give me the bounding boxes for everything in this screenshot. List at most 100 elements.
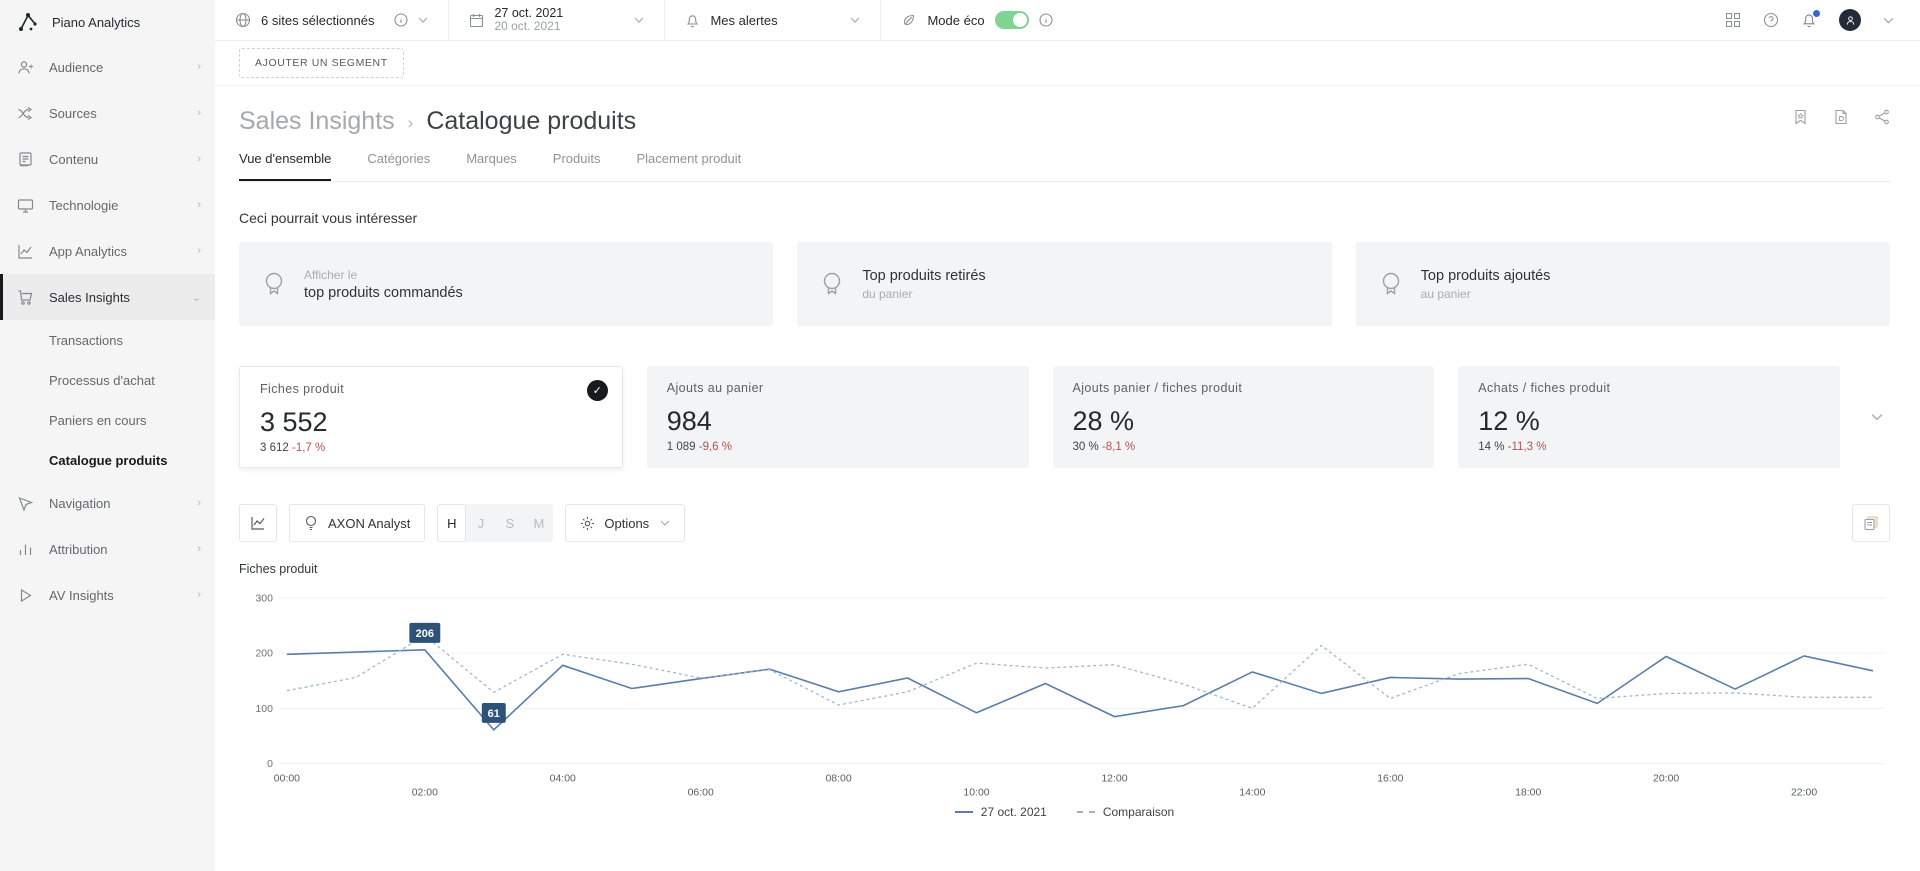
sidebar-item-label: Sources <box>49 106 182 121</box>
suggestion-line1: Afficher le <box>304 268 463 282</box>
sidebar-item-attribution[interactable]: Attribution › <box>0 526 215 572</box>
sidebar-item-av-insights[interactable]: AV Insights › <box>0 572 215 618</box>
suggestion-text: Afficher le top produits commandés <box>304 268 463 301</box>
brand-name: Piano Analytics <box>52 15 140 30</box>
kpi-comparison: 1 089 -9,6 % <box>667 441 1009 453</box>
info-icon[interactable] <box>394 13 408 27</box>
sidebar-item-sales-insights[interactable]: Sales Insights ⌄ <box>0 274 215 320</box>
medal-icon <box>261 269 287 299</box>
breadcrumb-parent[interactable]: Sales Insights <box>239 107 395 136</box>
kpi-card-achats-fiches[interactable]: Achats / fiches produit 12 % 14 % -11,3 … <box>1458 366 1840 468</box>
header-actions <box>1793 109 1890 125</box>
axon-analyst-button[interactable]: AXON Analyst <box>289 504 425 542</box>
date-comparison: 20 oct. 2021 <box>494 20 563 33</box>
tab-produits[interactable]: Produits <box>553 151 601 181</box>
copy-table-button[interactable] <box>1852 504 1890 542</box>
granularity-week[interactable]: S <box>495 504 524 542</box>
notification-badge <box>1813 10 1820 17</box>
suggestion-card-top-produits-ajoutes[interactable]: Top produits ajoutés au panier <box>1356 242 1890 326</box>
svg-text:0: 0 <box>267 759 273 770</box>
granularity-switch: H J S M <box>437 504 553 542</box>
options-button[interactable]: Options <box>565 504 685 542</box>
suggestion-cards: Afficher le top produits commandés Top p… <box>239 242 1890 326</box>
legend-item-comparison[interactable]: Comparaison <box>1077 805 1174 819</box>
kpi-delta: -8,1 % <box>1102 441 1135 453</box>
svg-text:04:00: 04:00 <box>550 774 576 785</box>
tab-categories[interactable]: Catégories <box>367 151 430 181</box>
user-avatar[interactable] <box>1839 9 1861 31</box>
sidebar-item-label: AV Insights <box>49 588 182 603</box>
kpi-title: Achats / fiches produit <box>1478 381 1820 395</box>
chevron-right-icon: › <box>197 107 201 119</box>
sidebar-item-label: Technologie <box>49 198 182 213</box>
sidebar-item-contenu[interactable]: Contenu › <box>0 136 215 182</box>
app-root: Piano Analytics Audience › Sources › Con… <box>0 0 1920 871</box>
tab-marques[interactable]: Marques <box>466 151 517 181</box>
kpi-card-ajouts-au-panier[interactable]: Ajouts au panier 984 1 089 -9,6 % <box>647 366 1029 468</box>
granularity-month[interactable]: M <box>524 504 553 542</box>
app-analytics-icon <box>17 243 34 260</box>
sidebar-item-catalogue-produits[interactable]: Catalogue produits <box>0 440 215 480</box>
help-icon[interactable] <box>1763 12 1779 28</box>
sidebar-item-technologie[interactable]: Technologie › <box>0 182 215 228</box>
bookmark-icon[interactable] <box>1793 109 1808 125</box>
sidebar-item-audience[interactable]: Audience › <box>0 44 215 90</box>
gear-icon <box>580 516 595 531</box>
chevron-down-icon <box>660 520 670 526</box>
kpi-more-chevron-icon[interactable] <box>1864 366 1890 468</box>
tab-placement-produit[interactable]: Placement produit <box>637 151 742 181</box>
line-chart-icon <box>250 515 266 531</box>
granularity-day[interactable]: J <box>466 504 495 542</box>
alerts-menu[interactable]: Mes alertes <box>665 0 880 40</box>
suggestion-text: Top produits retirés du panier <box>862 268 985 301</box>
page-header: Sales Insights › Catalogue produits <box>239 107 1890 136</box>
suggestion-line2: du panier <box>862 287 985 301</box>
audience-icon <box>17 59 34 76</box>
sidebar-item-processus-achat[interactable]: Processus d'achat <box>0 360 215 400</box>
site-selector[interactable]: 6 sites sélectionnés <box>215 0 448 40</box>
alerts-label: Mes alertes <box>710 13 777 28</box>
eco-mode-label: Mode éco <box>927 13 984 28</box>
suggestion-card-top-produits-retires[interactable]: Top produits retirés du panier <box>797 242 1331 326</box>
sources-icon <box>17 105 34 122</box>
lightbulb-icon <box>304 515 318 531</box>
copy-table-icon <box>1863 515 1879 531</box>
topbar-spacer <box>1073 0 1725 40</box>
granularity-hour[interactable]: H <box>437 504 466 542</box>
sidebar-item-app-analytics[interactable]: App Analytics › <box>0 228 215 274</box>
chart-type-button[interactable] <box>239 504 277 542</box>
chevron-right-icon: › <box>197 199 201 211</box>
sidebar-item-transactions[interactable]: Transactions <box>0 320 215 360</box>
suggestion-card-top-produits-commandes[interactable]: Afficher le top produits commandés <box>239 242 773 326</box>
kpi-delta: -11,3 % <box>1508 441 1547 453</box>
kpi-value: 12 % <box>1478 406 1820 437</box>
tab-vue-densemble[interactable]: Vue d'ensemble <box>239 151 331 181</box>
svg-text:06:00: 06:00 <box>688 787 714 798</box>
info-icon[interactable] <box>1039 13 1053 27</box>
account-menu-chevron-icon[interactable] <box>1883 17 1894 24</box>
line-chart[interactable]: 010020030000:0002:0004:0006:0008:0010:00… <box>239 584 1890 801</box>
chevron-right-icon: › <box>197 497 201 509</box>
sidebar-item-sources[interactable]: Sources › <box>0 90 215 136</box>
sidebar-item-navigation[interactable]: Navigation › <box>0 480 215 526</box>
share-icon[interactable] <box>1874 109 1890 125</box>
breadcrumb: Sales Insights › Catalogue produits <box>239 107 636 136</box>
date-range-picker[interactable]: 27 oct. 2021 20 oct. 2021 <box>449 0 664 40</box>
chevron-down-icon: ⌄ <box>192 291 201 304</box>
add-segment-button[interactable]: AJOUTER UN SEGMENT <box>239 48 404 78</box>
app-switcher-icon[interactable] <box>1725 12 1741 28</box>
notifications-button[interactable] <box>1801 12 1817 28</box>
suggestion-text: Top produits ajoutés au panier <box>1421 268 1551 301</box>
brand-logo[interactable]: Piano Analytics <box>0 0 215 44</box>
kpi-card-ajouts-panier-fiches[interactable]: Ajouts panier / fiches produit 28 % 30 %… <box>1053 366 1435 468</box>
selected-check-icon: ✓ <box>587 380 608 401</box>
eco-mode-toggle[interactable] <box>995 11 1029 29</box>
sidebar-item-paniers-en-cours[interactable]: Paniers en cours <box>0 400 215 440</box>
svg-text:300: 300 <box>255 593 273 604</box>
sidebar-item-label: App Analytics <box>49 244 182 259</box>
export-report-icon[interactable] <box>1834 109 1848 125</box>
kpi-card-fiches-produit[interactable]: Fiches produit ✓ 3 552 3 612 -1,7 % <box>239 366 623 468</box>
suggestion-line1: Top produits ajoutés <box>1421 268 1551 284</box>
legend-item-current[interactable]: 27 oct. 2021 <box>955 805 1047 819</box>
sidebar-child-label: Transactions <box>49 333 123 348</box>
